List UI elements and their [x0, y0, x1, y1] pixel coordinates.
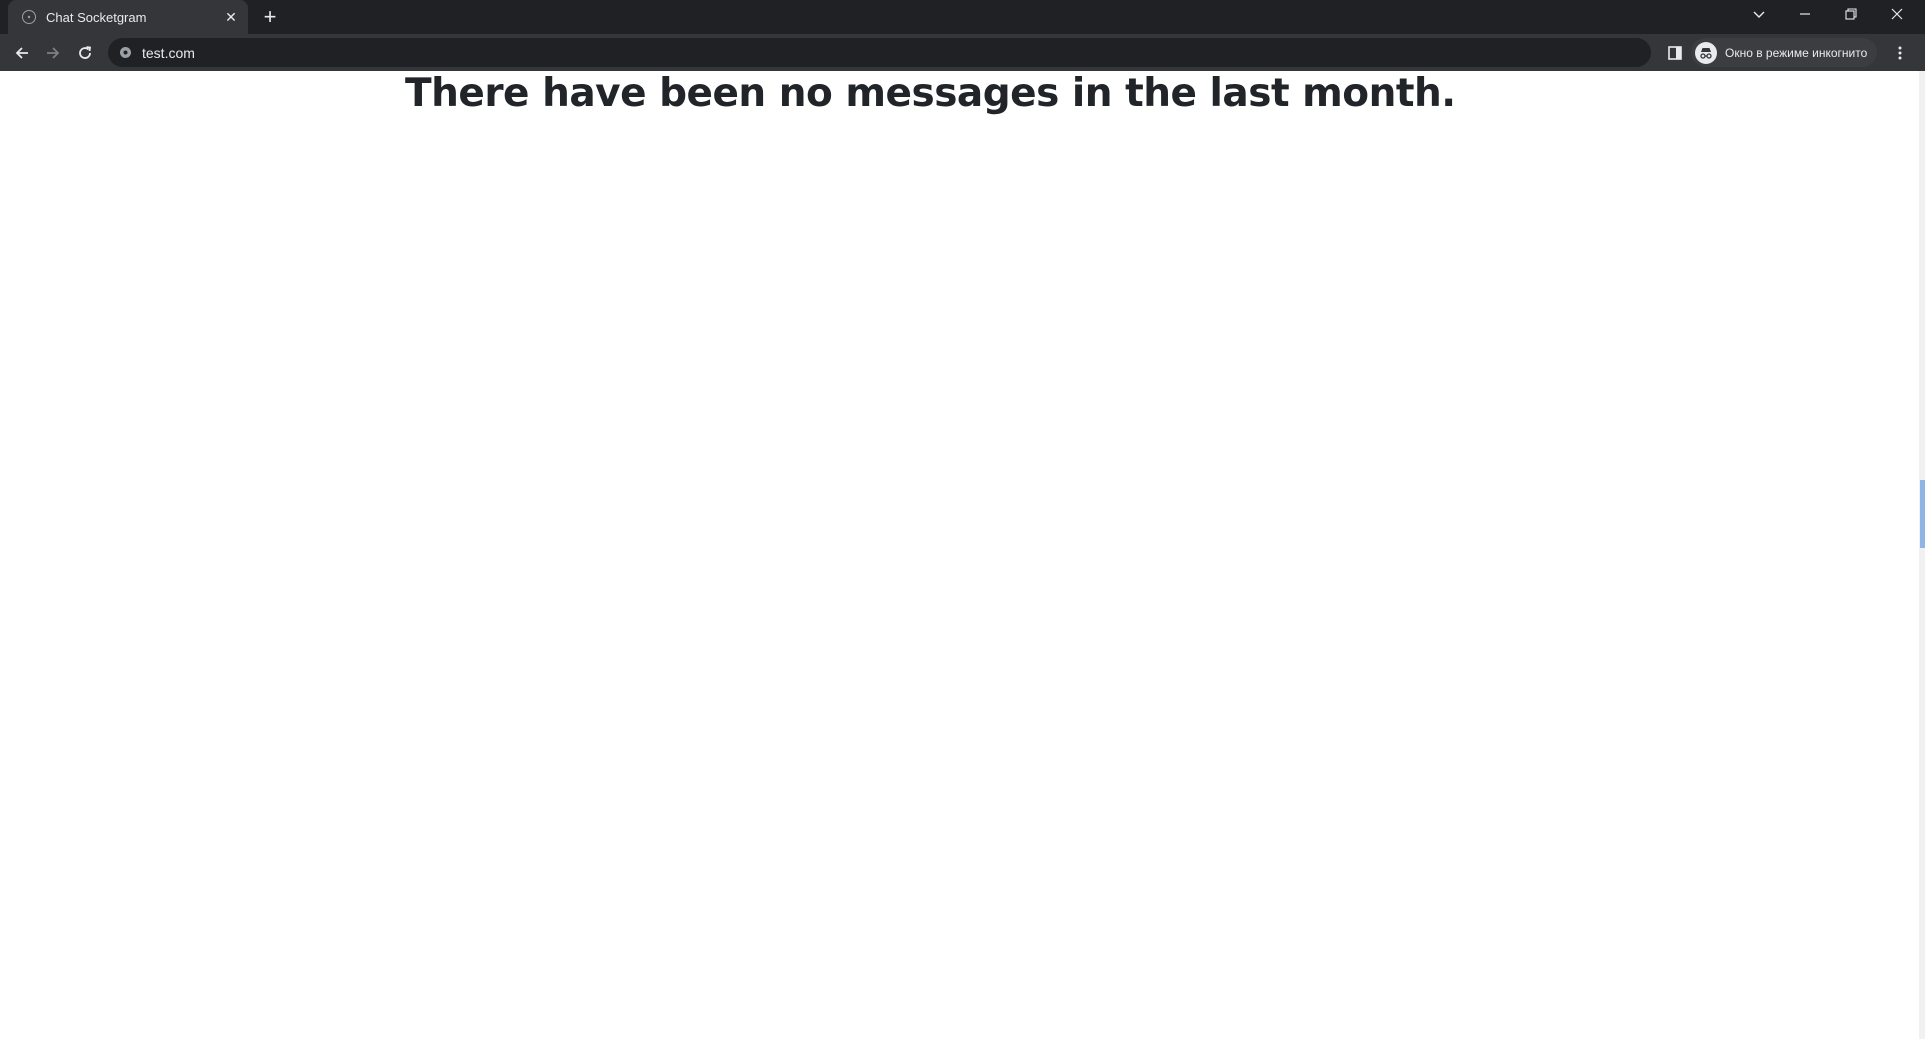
side-panel-icon[interactable]	[1661, 39, 1689, 67]
scrollbar-thumb[interactable]	[1920, 480, 1925, 548]
incognito-icon	[1695, 41, 1717, 64]
kebab-menu-icon[interactable]	[1886, 39, 1914, 67]
address-url: test.com	[142, 44, 195, 61]
tab-strip: Chat Socketgram ✕ +	[0, 0, 1925, 34]
browser-toolbar: test.com Окно в режиме инкогнито	[0, 34, 1925, 71]
site-info-icon[interactable]	[118, 46, 132, 60]
minimize-icon[interactable]	[1782, 0, 1828, 28]
page-content: There have been no messages in the last …	[0, 71, 1920, 1039]
new-tab-button[interactable]: +	[258, 5, 282, 29]
page-title: There have been no messages in the last …	[405, 71, 1456, 116]
incognito-indicator[interactable]: Окно в режиме инкогнито	[1691, 38, 1878, 67]
tab-title: Chat Socketgram	[46, 9, 147, 25]
restore-icon[interactable]	[1828, 0, 1874, 28]
incognito-label: Окно в режиме инкогнито	[1725, 45, 1868, 60]
globe-icon	[22, 10, 36, 24]
arrow-right-icon[interactable]	[39, 39, 67, 67]
tab-chat-socketgram[interactable]: Chat Socketgram ✕	[8, 0, 248, 34]
close-icon[interactable]	[1874, 0, 1920, 28]
address-bar[interactable]: test.com	[108, 38, 1651, 67]
tab-close-icon[interactable]: ✕	[222, 8, 240, 26]
reload-icon[interactable]	[71, 39, 99, 67]
scrollbar-track[interactable]	[1919, 71, 1925, 1039]
chevron-down-icon[interactable]	[1736, 0, 1782, 28]
arrow-left-icon[interactable]	[8, 39, 36, 67]
